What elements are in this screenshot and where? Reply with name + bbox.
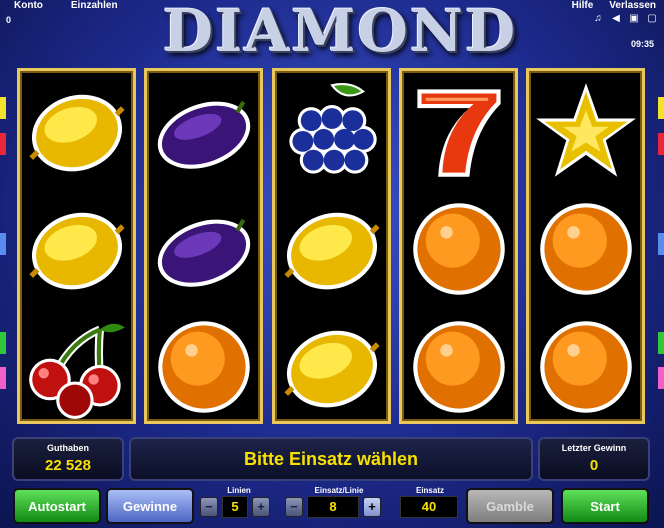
right-line-marker-pink bbox=[658, 367, 664, 389]
lines-control: Linien − 5 + bbox=[200, 485, 278, 525]
balance-label: Guthaben bbox=[47, 443, 89, 453]
reel-5-symbol-2-orange-icon bbox=[529, 191, 642, 307]
total-bet-label: Einsatz bbox=[415, 486, 444, 495]
top-icons: ♫ ◀ ▣ ▢ bbox=[592, 14, 658, 24]
menu-verlassen[interactable]: Verlassen bbox=[601, 0, 664, 11]
bet-per-line-label: Einsatz/Linie bbox=[314, 486, 364, 495]
menu-konto[interactable]: Konto bbox=[0, 0, 57, 12]
menu-einzahlen[interactable]: Einzahlen bbox=[57, 0, 132, 12]
left-line-marker-pink bbox=[0, 367, 6, 389]
reel-5-symbol-3-orange-icon bbox=[529, 309, 642, 425]
left-line-marker-green bbox=[0, 332, 6, 354]
right-line-marker-blue bbox=[658, 233, 664, 255]
bet-per-line-plus-button[interactable]: + bbox=[363, 497, 381, 517]
gamble-button[interactable]: Gamble bbox=[466, 488, 554, 524]
last-win-panel: Letzter Gewinn 0 bbox=[538, 437, 650, 481]
reel-1-symbol-1-lemon-icon bbox=[20, 73, 133, 189]
reel-5 bbox=[526, 68, 645, 424]
reel-3-symbol-2-lemon-icon bbox=[275, 191, 388, 307]
bet-per-line-minus-button[interactable]: − bbox=[285, 497, 303, 517]
left-line-marker-yellow bbox=[0, 97, 6, 119]
status-message: Bitte Einsatz wählen bbox=[129, 437, 533, 481]
lines-label: Linien bbox=[227, 486, 251, 495]
lines-minus-button[interactable]: − bbox=[200, 497, 218, 517]
reel-2 bbox=[144, 68, 263, 424]
speaker-icon[interactable]: ◀ bbox=[610, 14, 622, 24]
bet-per-line-control: Einsatz/Linie − 8 + bbox=[285, 485, 393, 525]
reel-4-symbol-2-orange-icon bbox=[402, 191, 515, 307]
reel-4 bbox=[399, 68, 518, 424]
total-bet-value: 40 bbox=[400, 496, 458, 518]
gewinne-button[interactable]: Gewinne bbox=[106, 488, 194, 524]
reels-area bbox=[17, 68, 649, 424]
total-bet-control: Einsatz 40 bbox=[400, 485, 460, 525]
reel-4-symbol-1-seven-icon bbox=[402, 73, 515, 189]
top-balance: 0 bbox=[6, 15, 12, 25]
reel-2-symbol-1-plum-icon bbox=[147, 73, 260, 189]
bet-per-line-value: 8 bbox=[307, 496, 359, 518]
lines-plus-button[interactable]: + bbox=[252, 497, 270, 517]
reel-1-symbol-3-cherries-icon bbox=[20, 309, 133, 425]
right-line-marker-red bbox=[658, 133, 664, 155]
autostart-button[interactable]: Autostart bbox=[13, 488, 101, 524]
reel-3 bbox=[272, 68, 391, 424]
game-logo: DIAMOND 7 bbox=[150, 0, 530, 124]
logo-word: DIAMOND bbox=[162, 0, 518, 65]
left-line-marker-blue bbox=[0, 233, 6, 255]
right-line-marker-yellow bbox=[658, 97, 664, 119]
window-icon[interactable]: ▢ bbox=[646, 14, 658, 24]
balance-panel: Guthaben 22 528 bbox=[12, 437, 124, 481]
reel-4-symbol-3-orange-icon bbox=[402, 309, 515, 425]
balance-value: 22 528 bbox=[45, 457, 91, 474]
start-button[interactable]: Start bbox=[561, 488, 649, 524]
fullscreen-icon[interactable]: ▣ bbox=[628, 14, 640, 24]
left-line-marker-red bbox=[0, 133, 6, 155]
right-line-marker-green bbox=[658, 332, 664, 354]
last-win-value: 0 bbox=[589, 457, 599, 474]
reel-5-symbol-1-star-icon bbox=[529, 73, 642, 189]
reel-3-symbol-1-grapes-icon bbox=[275, 73, 388, 189]
lines-value: 5 bbox=[222, 496, 248, 518]
reel-2-symbol-3-orange-icon bbox=[147, 309, 260, 425]
reel-2-symbol-2-plum-icon bbox=[147, 191, 260, 307]
music-note-icon[interactable]: ♫ bbox=[592, 14, 604, 24]
clock: 09:35 bbox=[630, 39, 654, 49]
reel-1-symbol-2-lemon-icon bbox=[20, 191, 133, 307]
menu-hilfe[interactable]: Hilfe bbox=[564, 0, 602, 11]
reel-1 bbox=[17, 68, 136, 424]
last-win-label: Letzter Gewinn bbox=[561, 443, 627, 453]
reel-3-symbol-3-lemon-icon bbox=[275, 309, 388, 425]
